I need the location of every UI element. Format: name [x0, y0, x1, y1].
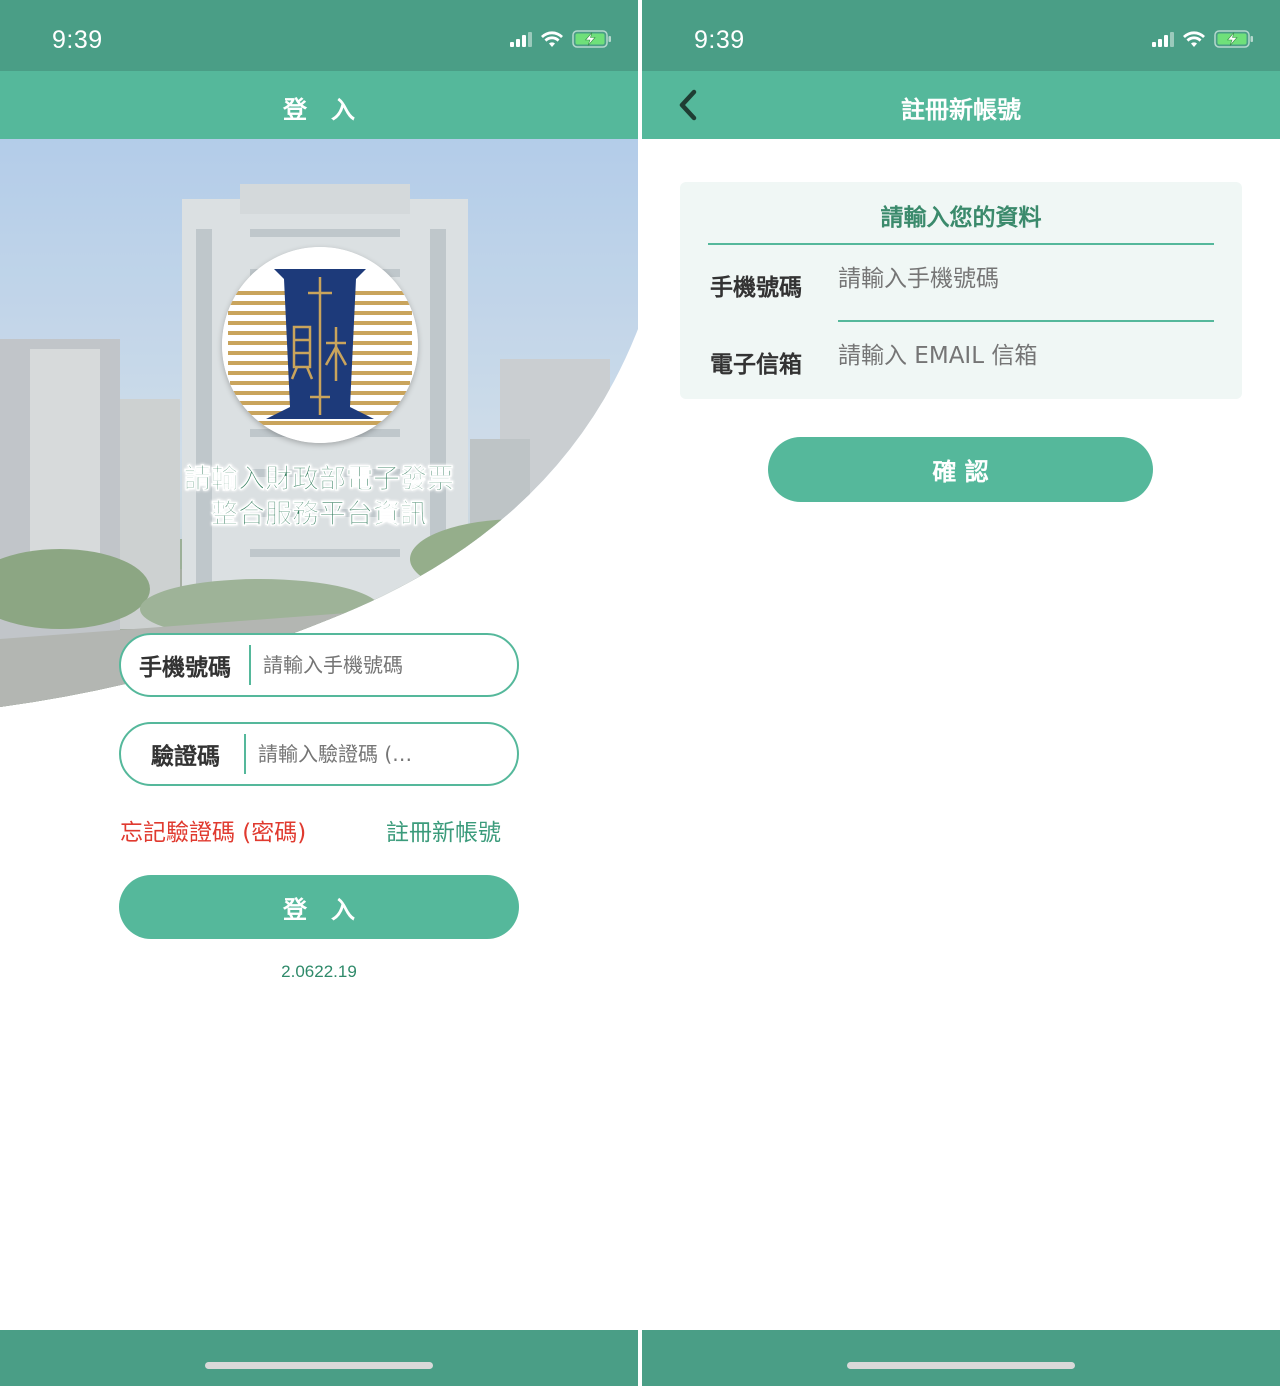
register-link[interactable]: 註冊新帳號 — [386, 813, 501, 847]
status-time: 9:39 — [694, 26, 745, 54]
email-input[interactable] — [838, 343, 1214, 369]
battery-charging-icon — [1214, 30, 1253, 48]
phone-input[interactable] — [251, 653, 517, 677]
confirm-button[interactable]: 確 認 — [768, 437, 1153, 502]
form-heading: 請輸入您的資料 — [880, 205, 1042, 231]
status-time: 9:39 — [52, 26, 103, 54]
code-label: 驗證碼 — [151, 744, 220, 770]
home-indicator[interactable] — [205, 1362, 433, 1369]
status-icons — [1152, 30, 1254, 48]
status-icons — [510, 30, 612, 48]
forgot-code-link[interactable]: 忘記驗證碼 (密碼) — [120, 813, 306, 847]
phone-input-group: 手機號碼 — [119, 633, 519, 697]
nav-bar: 登 入 — [0, 71, 638, 139]
registration-form-card: 請輸入您的資料 手機號碼 電子信箱 — [680, 182, 1242, 399]
status-bar: 9:39 — [0, 0, 638, 71]
page-title: 登 入 — [283, 96, 355, 124]
signal-icon — [510, 31, 532, 47]
code-input[interactable] — [246, 742, 517, 766]
hero-banner: 請輸入財政部電子發票 整合服務平台資訊 — [0, 139, 638, 707]
signal-icon — [1152, 31, 1174, 47]
code-input-group: 驗證碼 — [119, 722, 519, 786]
phone-label: 手機號碼 — [139, 655, 231, 681]
phone-field-underline — [838, 320, 1214, 322]
login-screen: 9:39 登 入 請輸入財政部電子發票 整合服務平台資訊 手機號碼 請輸入手機號… — [0, 0, 638, 1386]
bottom-bar — [642, 1330, 1280, 1386]
login-button[interactable]: 登入 — [119, 875, 519, 939]
battery-charging-icon — [572, 30, 611, 48]
status-bar: 9:39 — [642, 0, 1280, 71]
phone-label: 手機號碼 — [710, 275, 802, 301]
bottom-bar — [0, 1330, 638, 1386]
hero-title-line1: 請輸入財政部電子發票 — [184, 464, 455, 496]
wifi-icon — [1183, 31, 1205, 47]
page-title: 註冊新帳號 — [901, 96, 1021, 124]
home-indicator[interactable] — [847, 1362, 1075, 1369]
wifi-icon — [541, 31, 563, 47]
app-version: 2.0622.19 — [281, 962, 357, 981]
nav-bar: 註冊新帳號 — [642, 71, 1280, 139]
email-label: 電子信箱 — [710, 352, 802, 378]
register-screen: 9:39 註冊新帳號 請輸入您的資料 手機號碼 請輸入手機號碼 電子信箱 請輸入… — [642, 0, 1280, 1386]
phone-input[interactable] — [838, 266, 1214, 292]
ministry-of-finance-logo — [222, 247, 418, 443]
hero-title-line2: 整合服務平台資訊 — [211, 499, 428, 531]
heading-divider — [708, 243, 1214, 245]
